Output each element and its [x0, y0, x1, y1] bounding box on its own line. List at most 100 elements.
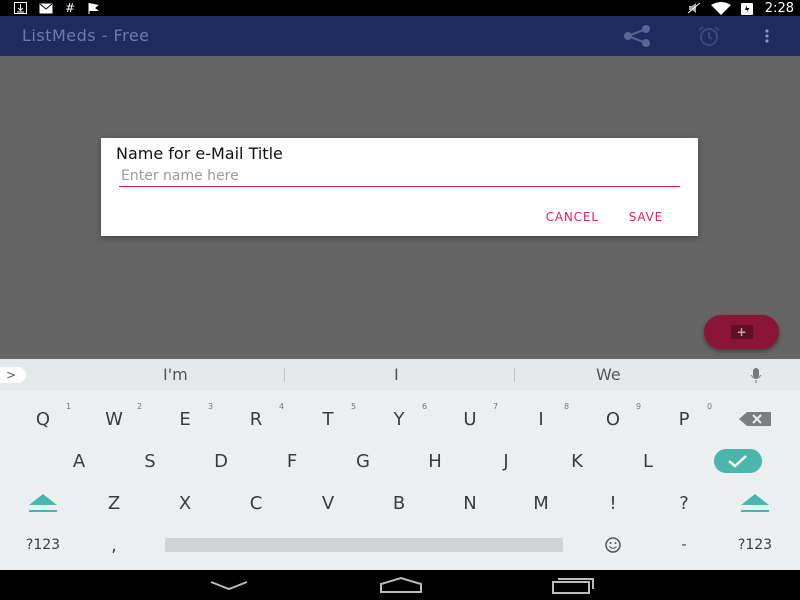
key-y[interactable]: Y6: [369, 402, 429, 436]
key-r[interactable]: R4: [226, 402, 286, 436]
key-hint: 6: [422, 402, 428, 411]
key-e[interactable]: E3: [155, 402, 215, 436]
key-hint: 4: [279, 402, 285, 411]
app-bar: ListMeds - Free: [0, 16, 800, 56]
key-c[interactable]: C: [226, 486, 286, 520]
key-o[interactable]: O9: [583, 402, 643, 436]
microphone-icon[interactable]: [750, 368, 762, 384]
recents-icon[interactable]: [549, 576, 595, 594]
key-u[interactable]: U7: [440, 402, 500, 436]
suggestion-divider: [514, 368, 515, 382]
key-exclamation[interactable]: !: [583, 486, 643, 520]
key-s[interactable]: S: [120, 444, 180, 478]
key-k[interactable]: K: [547, 444, 607, 478]
key-g[interactable]: G: [333, 444, 393, 478]
app-actions: [620, 24, 770, 48]
dialog-title: Name for e-Mail Title: [116, 144, 283, 163]
key-l[interactable]: L: [618, 444, 678, 478]
symbols-key-left[interactable]: ?123: [13, 528, 73, 562]
flag-icon: [87, 2, 101, 14]
shift-key-right[interactable]: [725, 486, 785, 520]
emoji-key[interactable]: [583, 528, 643, 562]
key-hint: 3: [208, 402, 214, 411]
key-f[interactable]: F: [262, 444, 322, 478]
hash-icon: #: [65, 1, 76, 15]
key-label: E: [179, 408, 191, 430]
key-n[interactable]: N: [440, 486, 500, 520]
battery-icon: [740, 2, 753, 15]
key-v[interactable]: V: [298, 486, 358, 520]
key-question[interactable]: ?: [654, 486, 714, 520]
key-label: Q: [35, 408, 51, 430]
key-label: R: [249, 408, 263, 430]
backspace-key[interactable]: [725, 402, 785, 436]
add-fab-button[interactable]: +: [704, 315, 779, 349]
key-d[interactable]: D: [191, 444, 251, 478]
clock: 2:28: [764, 0, 794, 16]
wifi-icon: [710, 1, 731, 15]
key-a[interactable]: A: [49, 444, 109, 478]
key-q[interactable]: Q1: [13, 402, 73, 436]
key-comma[interactable]: ,: [84, 528, 144, 562]
checkmark-icon: [714, 449, 762, 473]
key-label: U: [463, 408, 477, 430]
name-input[interactable]: [119, 166, 680, 187]
key-hint: 0: [707, 402, 713, 411]
key-i[interactable]: I8: [511, 402, 571, 436]
enter-key[interactable]: [708, 444, 768, 478]
mail-icon: [39, 3, 53, 14]
suggestion-3[interactable]: We: [596, 365, 621, 384]
mute-icon: [687, 2, 701, 14]
expand-suggestions-icon[interactable]: >: [0, 367, 26, 383]
key-x[interactable]: X: [155, 486, 215, 520]
key-hint: 7: [493, 402, 499, 411]
dialog-actions: CANCEL SAVE: [546, 210, 663, 224]
smiley-icon: [600, 536, 626, 554]
key-hint: 5: [351, 402, 357, 411]
home-icon[interactable]: [377, 576, 425, 594]
suggestion-2[interactable]: I: [394, 365, 399, 384]
key-hint: 1: [66, 402, 72, 411]
suggestion-1[interactable]: I'm: [163, 365, 188, 384]
key-b[interactable]: B: [369, 486, 429, 520]
key-z[interactable]: Z: [84, 486, 144, 520]
alarm-icon[interactable]: [694, 24, 724, 48]
key-hint: 8: [564, 402, 570, 411]
soft-keyboard: > I'm I We Q1 W2 E3 R4 T5 Y6 U7 I8 O9 P0…: [0, 359, 800, 570]
space-bar[interactable]: [165, 528, 563, 562]
status-bar: # 2:28: [0, 0, 800, 16]
app-title: ListMeds - Free: [22, 26, 150, 45]
key-h[interactable]: H: [405, 444, 465, 478]
add-icon: +: [730, 325, 753, 339]
key-m[interactable]: M: [511, 486, 571, 520]
suggestion-divider: [284, 368, 285, 382]
key-t[interactable]: T5: [298, 402, 358, 436]
space-bar-graphic: [165, 538, 563, 552]
cancel-button[interactable]: CANCEL: [546, 210, 599, 224]
overflow-menu-icon[interactable]: [764, 28, 770, 44]
download-icon: [14, 2, 27, 14]
system-icons: 2:28: [687, 0, 794, 16]
key-label: I: [538, 408, 544, 430]
key-label: T: [322, 408, 334, 430]
key-dash[interactable]: -: [654, 528, 714, 562]
backspace-icon: [739, 412, 771, 426]
shift-icon: [739, 492, 771, 514]
suggestion-strip: > I'm I We: [0, 359, 800, 391]
shift-key-left[interactable]: [13, 486, 73, 520]
notification-icons: #: [14, 1, 101, 15]
key-j[interactable]: J: [476, 444, 536, 478]
key-label: W: [105, 408, 123, 430]
navigation-bar: [0, 570, 800, 600]
key-p[interactable]: P0: [654, 402, 714, 436]
symbols-key-right[interactable]: ?123: [725, 528, 785, 562]
share-icon[interactable]: [620, 24, 654, 48]
key-hint: 9: [636, 402, 642, 411]
key-w[interactable]: W2: [84, 402, 144, 436]
key-label: P: [678, 408, 690, 430]
shift-icon: [27, 492, 59, 514]
save-button[interactable]: SAVE: [629, 210, 663, 224]
key-hint: 2: [137, 402, 143, 411]
back-icon[interactable]: [208, 578, 250, 592]
email-title-dialog: Name for e-Mail Title CANCEL SAVE: [101, 138, 698, 236]
